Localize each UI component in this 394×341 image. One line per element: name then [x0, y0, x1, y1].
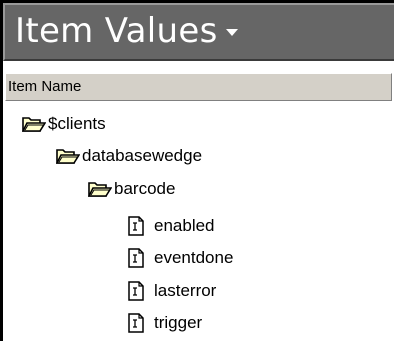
tree-node-label: databasewedge: [82, 146, 203, 165]
item-document-icon: [128, 216, 144, 236]
open-folder-icon: [56, 149, 80, 164]
open-folder-icon: [22, 117, 46, 132]
panel-title-label: Item Values: [15, 11, 218, 51]
item-document-icon: [128, 248, 144, 268]
column-header-label: Item Name: [8, 78, 82, 95]
tree-item-enabled[interactable]: enabled: [127, 211, 215, 241]
tree-item-trigger[interactable]: trigger: [127, 308, 202, 338]
tree-item-lasterror[interactable]: lasterror: [127, 276, 216, 306]
panel-title[interactable]: Item Values: [15, 11, 238, 51]
tree-item-label: trigger: [154, 313, 203, 332]
header-spacer: [3, 61, 394, 73]
dropdown-caret-icon[interactable]: [225, 29, 238, 36]
item-document-icon: [128, 313, 144, 333]
tree-node-clients[interactable]: $clients: [22, 109, 106, 139]
tree-node-databasewedge[interactable]: databasewedge: [56, 141, 202, 171]
tree-node-label: $clients: [48, 114, 106, 133]
item-tree: $clients databasewedge barcode enabled e…: [3, 101, 394, 341]
list-header: Item Name: [3, 73, 394, 101]
item-document-icon: [128, 281, 144, 301]
tree-node-label: barcode: [114, 179, 176, 198]
tree-item-eventdone[interactable]: eventdone: [127, 243, 233, 273]
tree-item-label: enabled: [154, 216, 215, 235]
tree-item-label: eventdone: [154, 248, 234, 267]
panel-title-bar[interactable]: Item Values: [3, 3, 394, 61]
column-header-item-name[interactable]: Item Name: [5, 73, 392, 101]
open-folder-icon: [88, 182, 112, 197]
tree-node-barcode[interactable]: barcode: [88, 174, 175, 204]
tree-item-label: lasterror: [154, 281, 217, 300]
